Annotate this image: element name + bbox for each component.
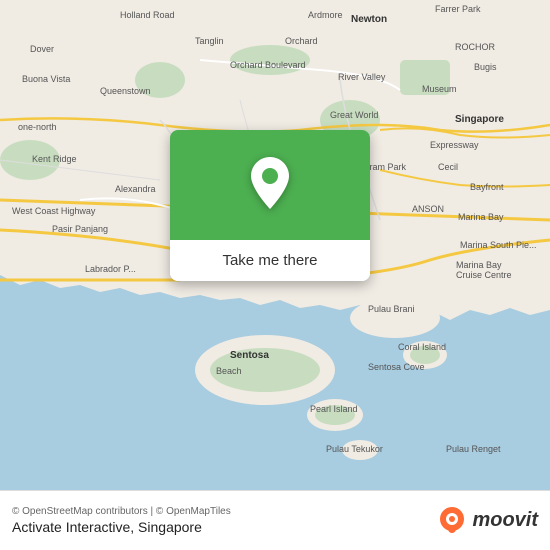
svg-text:Orchard: Orchard <box>285 36 318 46</box>
svg-text:Tanglin: Tanglin <box>195 36 224 46</box>
svg-text:Cecil: Cecil <box>438 162 458 172</box>
svg-text:Kent Ridge: Kent Ridge <box>32 154 77 164</box>
svg-text:one-north: one-north <box>18 122 57 132</box>
bottom-bar: © OpenStreetMap contributors | © OpenMap… <box>0 490 550 550</box>
take-me-there-button[interactable]: Take me there <box>170 240 370 281</box>
svg-text:Buona Vista: Buona Vista <box>22 74 70 84</box>
svg-text:Beach: Beach <box>216 366 242 376</box>
svg-text:Cruise Centre: Cruise Centre <box>456 270 512 280</box>
svg-text:Marina South Pie...: Marina South Pie... <box>460 240 537 250</box>
moovit-logo: moovit <box>436 505 538 537</box>
svg-text:Farrer Park: Farrer Park <box>435 4 481 14</box>
bottom-bar-left: © OpenStreetMap contributors | © OpenMap… <box>12 506 231 535</box>
svg-text:Newton: Newton <box>351 14 387 25</box>
svg-text:Marina Bay: Marina Bay <box>456 260 502 270</box>
svg-text:Great World: Great World <box>330 110 378 120</box>
moovit-icon-svg <box>436 505 468 537</box>
svg-text:Museum: Museum <box>422 84 457 94</box>
popup-icon-area <box>170 130 370 240</box>
svg-text:Orchard Boulevard: Orchard Boulevard <box>230 60 306 70</box>
svg-text:River Valley: River Valley <box>338 72 386 82</box>
svg-text:ROCHOR: ROCHOR <box>455 42 495 52</box>
svg-text:Pearl Island: Pearl Island <box>310 404 358 414</box>
popup-card: Take me there <box>170 130 370 281</box>
svg-text:Pulau Brani: Pulau Brani <box>368 304 415 314</box>
svg-text:Pulau Tekukor: Pulau Tekukor <box>326 444 383 454</box>
svg-text:Coral Island: Coral Island <box>398 342 446 352</box>
svg-text:Dover: Dover <box>30 44 54 54</box>
copyright-text: © OpenStreetMap contributors | © OpenMap… <box>12 506 231 517</box>
svg-text:Queenstown: Queenstown <box>100 86 151 96</box>
location-text: Activate Interactive, Singapore <box>12 519 231 535</box>
svg-text:Sentosa: Sentosa <box>230 350 269 361</box>
svg-text:West Coast Highway: West Coast Highway <box>12 206 96 216</box>
map-container: Dover Holland Road Ardmore Newton Farrer… <box>0 0 550 490</box>
svg-text:Singapore: Singapore <box>455 114 504 125</box>
svg-text:Labrador P...: Labrador P... <box>85 264 136 274</box>
location-pin-icon <box>245 155 295 215</box>
svg-text:Ardmore: Ardmore <box>308 10 343 20</box>
svg-text:Marina Bay: Marina Bay <box>458 212 504 222</box>
svg-text:Pasir Panjang: Pasir Panjang <box>52 224 108 234</box>
svg-text:Holland Road: Holland Road <box>120 10 175 20</box>
svg-text:Pulau Renget: Pulau Renget <box>446 444 501 454</box>
svg-text:Bugis: Bugis <box>474 62 497 72</box>
svg-text:Expressway: Expressway <box>430 140 479 150</box>
svg-text:Bayfront: Bayfront <box>470 182 504 192</box>
svg-text:Sentosa Cove: Sentosa Cove <box>368 362 425 372</box>
moovit-brand-text: moovit <box>472 509 538 532</box>
svg-text:ANSON: ANSON <box>412 204 444 214</box>
svg-text:Alexandra: Alexandra <box>115 184 156 194</box>
